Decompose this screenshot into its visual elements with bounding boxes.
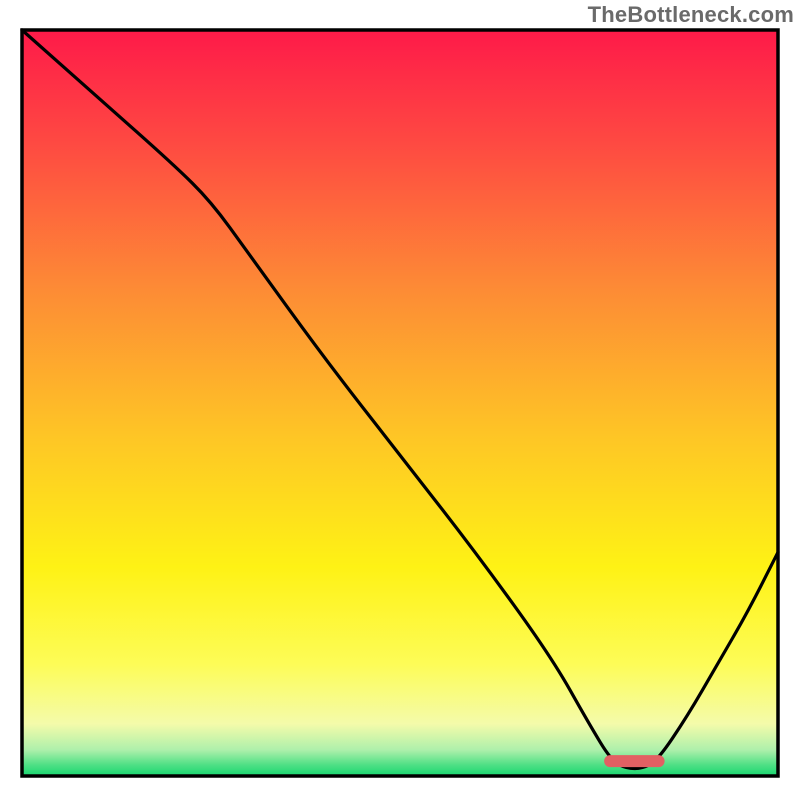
chart-container: TheBottleneck.com [0, 0, 800, 800]
minimum-marker [604, 755, 664, 767]
plot-background [22, 30, 778, 776]
bottleneck-chart [0, 0, 800, 800]
